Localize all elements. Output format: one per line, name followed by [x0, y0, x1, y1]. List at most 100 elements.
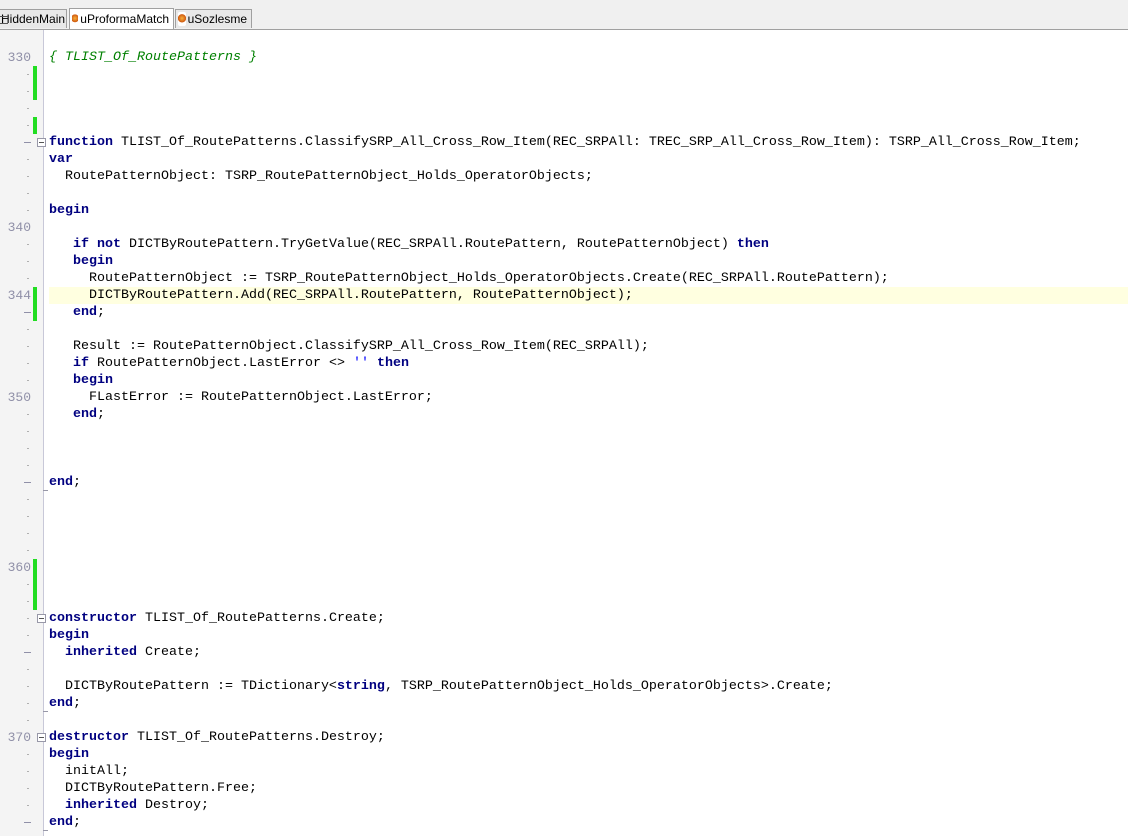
code-line[interactable] [0, 440, 1128, 457]
code-text[interactable] [49, 321, 1128, 338]
code-text[interactable]: if RoutePatternObject.LastError <> '' th… [49, 355, 1128, 372]
code-text[interactable] [49, 440, 1128, 457]
code-text[interactable]: { TLIST_Of_RoutePatterns } [49, 49, 1128, 66]
code-text[interactable] [49, 576, 1128, 593]
code-line[interactable]: 350 FLastError := RoutePatternObject.Las… [0, 389, 1128, 406]
code-line[interactable]: end; [0, 304, 1128, 321]
code-line[interactable] [0, 661, 1128, 678]
code-line[interactable]: 360 [0, 559, 1128, 576]
code-line[interactable]: if RoutePatternObject.LastError <> '' th… [0, 355, 1128, 372]
code-line[interactable]: begin [0, 372, 1128, 389]
code-line[interactable]: if not DICTByRoutePattern.TryGetValue(RE… [0, 236, 1128, 253]
code-line[interactable]: begin [0, 746, 1128, 763]
tab-usozlesme[interactable]: uSozlesme [175, 9, 252, 28]
code-line[interactable]: begin [0, 253, 1128, 270]
code-line[interactable]: begin [0, 627, 1128, 644]
code-text[interactable]: begin [49, 746, 1128, 763]
code-line[interactable]: initAll; [0, 763, 1128, 780]
code-line[interactable]: end; [0, 695, 1128, 712]
code-text[interactable]: begin [49, 627, 1128, 644]
code-text[interactable]: inherited Create; [49, 644, 1128, 661]
code-line[interactable]: Result := RoutePatternObject.ClassifySRP… [0, 338, 1128, 355]
tab-hiddenmain[interactable]: HiddenMain [0, 9, 67, 28]
code-text[interactable] [49, 525, 1128, 542]
code-text[interactable]: Result := RoutePatternObject.ClassifySRP… [49, 338, 1128, 355]
code-line[interactable]: 370 destructor TLIST_Of_RoutePatterns.Des… [0, 729, 1128, 746]
code-text[interactable]: end; [49, 695, 1128, 712]
code-text[interactable]: begin [49, 253, 1128, 270]
code-text[interactable] [49, 117, 1128, 134]
code-text[interactable] [49, 593, 1128, 610]
code-line[interactable] [0, 321, 1128, 338]
code-line[interactable]: var [0, 151, 1128, 168]
code-line[interactable]: end; [0, 474, 1128, 491]
code-text[interactable] [49, 219, 1128, 236]
code-text[interactable]: end; [49, 406, 1128, 423]
code-line[interactable] [0, 542, 1128, 559]
code-text[interactable] [49, 508, 1128, 525]
code-text[interactable]: destructor TLIST_Of_RoutePatterns.Destro… [49, 729, 1128, 746]
code-line[interactable]: DICTByRoutePattern.Free; [0, 780, 1128, 797]
code-line[interactable]: RoutePatternObject: TSRP_RoutePatternObj… [0, 168, 1128, 185]
code-text[interactable] [49, 559, 1128, 576]
code-text[interactable] [49, 83, 1128, 100]
code-text[interactable]: begin [49, 202, 1128, 219]
code-text[interactable]: function TLIST_Of_RoutePatterns.Classify… [49, 134, 1128, 151]
code-line[interactable]: inherited Create; [0, 644, 1128, 661]
code-line[interactable] [0, 66, 1128, 83]
code-text[interactable]: initAll; [49, 763, 1128, 780]
code-text[interactable]: if not DICTByRoutePattern.TryGetValue(RE… [49, 236, 1128, 253]
code-line[interactable] [0, 423, 1128, 440]
code-text[interactable]: end; [49, 814, 1128, 831]
code-line[interactable]: 330 { TLIST_Of_RoutePatterns } [0, 49, 1128, 66]
code-line[interactable]: function TLIST_Of_RoutePatterns.Classify… [0, 134, 1128, 151]
code-text[interactable] [49, 423, 1128, 440]
code-text[interactable]: DICTByRoutePattern.Add(REC_SRPAll.RouteP… [49, 287, 1128, 304]
code-text[interactable]: constructor TLIST_Of_RoutePatterns.Creat… [49, 610, 1128, 627]
code-text[interactable] [49, 712, 1128, 729]
code-text[interactable] [49, 100, 1128, 117]
tab-uproformamatch[interactable]: uProformaMatch [69, 8, 174, 29]
code-line[interactable]: end; [0, 406, 1128, 423]
code-line[interactable] [0, 491, 1128, 508]
code-line[interactable] [0, 457, 1128, 474]
code-text[interactable]: RoutePatternObject: TSRP_RoutePatternObj… [49, 168, 1128, 185]
code-line[interactable]: DICTByRoutePattern := TDictionary<string… [0, 678, 1128, 695]
code-line[interactable]: RoutePatternObject := TSRP_RoutePatternO… [0, 270, 1128, 287]
code-text[interactable] [49, 66, 1128, 83]
current-code-line[interactable]: 344 DICTByRoutePattern.Add(REC_SRPAll.Ro… [0, 287, 1128, 304]
code-line[interactable] [0, 100, 1128, 117]
code-line[interactable]: constructor TLIST_Of_RoutePatterns.Creat… [0, 610, 1128, 627]
code-line[interactable] [0, 117, 1128, 134]
code-text[interactable] [49, 542, 1128, 559]
code-line[interactable] [0, 576, 1128, 593]
code-text[interactable]: DICTByRoutePattern.Free; [49, 780, 1128, 797]
code-line[interactable]: inherited Destroy; [0, 797, 1128, 814]
code-editor[interactable]: 330 { TLIST_Of_RoutePatterns } function TL… [0, 30, 1128, 836]
code-line[interactable] [0, 712, 1128, 729]
fold-collapse-icon[interactable] [37, 138, 46, 147]
code-text[interactable] [49, 661, 1128, 678]
code-text[interactable] [49, 185, 1128, 202]
code-line[interactable] [0, 83, 1128, 100]
fold-collapse-icon[interactable] [37, 733, 46, 742]
code-text[interactable]: end; [49, 304, 1128, 321]
code-line[interactable] [0, 508, 1128, 525]
code-line[interactable]: begin [0, 202, 1128, 219]
code-text[interactable]: var [49, 151, 1128, 168]
code-line[interactable] [0, 185, 1128, 202]
fold-collapse-icon[interactable] [37, 614, 46, 623]
code-text[interactable]: end; [49, 474, 1128, 491]
code-text[interactable] [49, 491, 1128, 508]
code-line[interactable]: end; [0, 814, 1128, 831]
code-text[interactable] [49, 457, 1128, 474]
code-line[interactable] [0, 593, 1128, 610]
code-text[interactable]: DICTByRoutePattern := TDictionary<string… [49, 678, 1128, 695]
code-line[interactable] [0, 525, 1128, 542]
code-text[interactable]: begin [49, 372, 1128, 389]
code-text[interactable]: RoutePatternObject := TSRP_RoutePatternO… [49, 270, 1128, 287]
code-line[interactable]: 340 [0, 219, 1128, 236]
code-text[interactable]: FLastError := RoutePatternObject.LastErr… [49, 389, 1128, 406]
code-text[interactable]: inherited Destroy; [49, 797, 1128, 814]
line-dot-marker [27, 720, 29, 721]
